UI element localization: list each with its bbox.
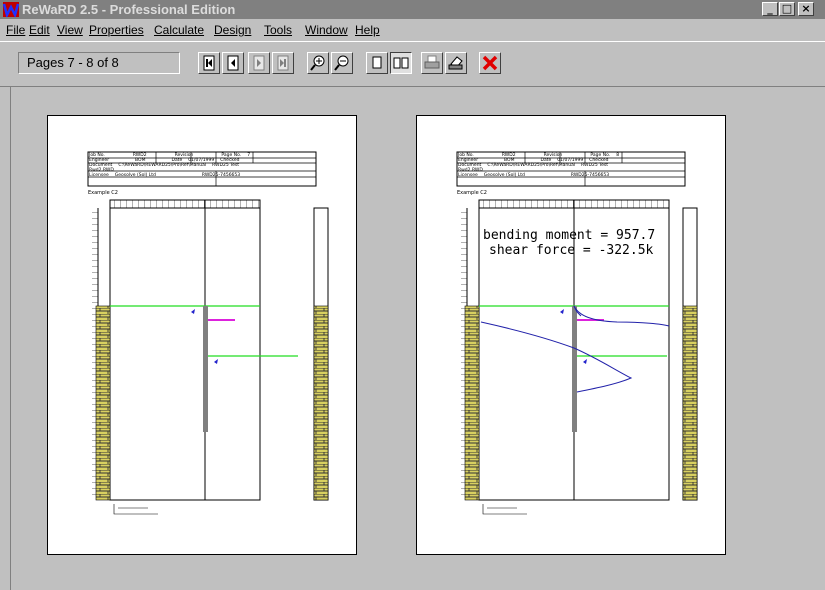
two-page-button[interactable] — [390, 52, 412, 74]
print-icon — [448, 56, 463, 70]
file-name: RWD25 Test — [581, 163, 608, 168]
close-preview-button[interactable] — [479, 52, 501, 74]
one-page-icon — [372, 56, 382, 69]
menu-view[interactable]: View — [57, 22, 83, 38]
document-path: C:\ReWaRD\REWARD25\Pro\Ref\Manual — [487, 163, 576, 168]
maximize-button[interactable]: □ — [779, 2, 795, 16]
licensee: Geosolve (Sol) Ltd — [483, 173, 525, 178]
bending-moment-annotation: bending moment = 957.7 — [483, 228, 656, 243]
menu-help[interactable]: Help — [355, 22, 380, 38]
page-drawing — [87, 151, 329, 515]
two-page-icon — [393, 57, 409, 69]
window-title: ReWaRD 2.5 - Professional Edition — [22, 2, 236, 17]
page-no: 7 — [247, 153, 251, 158]
menu-view-label: View — [57, 23, 83, 37]
last-page-button[interactable] — [272, 52, 294, 74]
prev-page-button[interactable] — [222, 52, 244, 74]
first-page-icon — [203, 55, 215, 71]
page-indicator: Pages 7 - 8 of 8 — [18, 52, 180, 74]
version: RWD25-7456653 — [201, 173, 241, 178]
title-bar: ReWaRD 2.5 - Professional Edition _ □ × — [0, 0, 825, 39]
prev-page-icon — [227, 55, 239, 71]
menu-edit[interactable]: Edit — [29, 22, 50, 38]
next-page-icon — [253, 55, 265, 71]
page-header-right: Job No. RWD2 Revision Page No. 8 Enginee… — [458, 153, 619, 178]
licensee-label: Licensee — [89, 173, 109, 178]
version: RWD25-7456653 — [570, 173, 610, 178]
menu-design-label: Design — [214, 23, 252, 37]
close-button[interactable]: × — [798, 2, 814, 16]
toolbar: Pages 7 - 8 of 8 — [0, 41, 825, 87]
menu-help-label: Help — [355, 23, 380, 37]
menu-calculate-label: Calculate — [154, 23, 205, 37]
zoom-out-icon — [334, 55, 349, 71]
preview-page-left[interactable]: Job No. RWD2 Revision Page No. 7 Enginee… — [47, 115, 357, 555]
page-header-left: Job No. RWD2 Revision Page No. 7 Enginee… — [89, 153, 250, 178]
shear-force-annotation: shear force = -322.5k — [489, 243, 654, 258]
page-no: 8 — [616, 153, 620, 158]
licensee-label: Licensee — [458, 173, 478, 178]
print-preview-area: Job No. RWD2 Revision Page No. 7 Enginee… — [10, 87, 824, 590]
print-setup-button[interactable] — [421, 52, 443, 74]
one-page-button[interactable] — [366, 52, 388, 74]
page-drawing — [456, 151, 698, 515]
document-path: C:\ReWaRD\REWARD25\Pro\Ref\Manual — [118, 163, 207, 168]
menu-window[interactable]: Window — [305, 22, 348, 38]
menu-window-label: Window — [305, 23, 348, 37]
licensee: Geosolve (Sol) Ltd — [114, 173, 156, 178]
zoom-in-icon — [310, 55, 325, 71]
last-page-icon — [277, 55, 289, 71]
zoom-out-button[interactable] — [331, 52, 353, 74]
menu-tools[interactable]: Tools — [264, 22, 292, 38]
menu-calculate[interactable]: Calculate — [154, 22, 204, 38]
menu-file[interactable]: File — [6, 22, 25, 38]
menu-design[interactable]: Design — [214, 22, 251, 38]
file-name: RWD25 Test — [212, 163, 239, 168]
next-page-button[interactable] — [248, 52, 270, 74]
example-label: Example C2 — [457, 190, 487, 196]
minimize-button[interactable]: _ — [762, 2, 778, 16]
print-setup-icon — [424, 55, 440, 69]
app-logo-icon — [3, 2, 19, 17]
menu-file-label: File — [6, 23, 26, 37]
print-button[interactable] — [445, 52, 467, 74]
menu-properties-label: Properties — [89, 23, 144, 37]
example-label: Example C2 — [88, 190, 118, 196]
menu-bar: File Edit View Properties Calculate Desi… — [0, 19, 825, 41]
preview-page-right[interactable]: Job No. RWD2 Revision Page No. 8 Enginee… — [416, 115, 726, 555]
menu-edit-label: Edit — [29, 23, 50, 37]
first-page-button[interactable] — [198, 52, 220, 74]
zoom-in-button[interactable] — [307, 52, 329, 74]
menu-properties[interactable]: Properties — [89, 22, 144, 38]
menu-tools-label: Tools — [264, 23, 293, 37]
close-preview-icon — [482, 55, 498, 71]
